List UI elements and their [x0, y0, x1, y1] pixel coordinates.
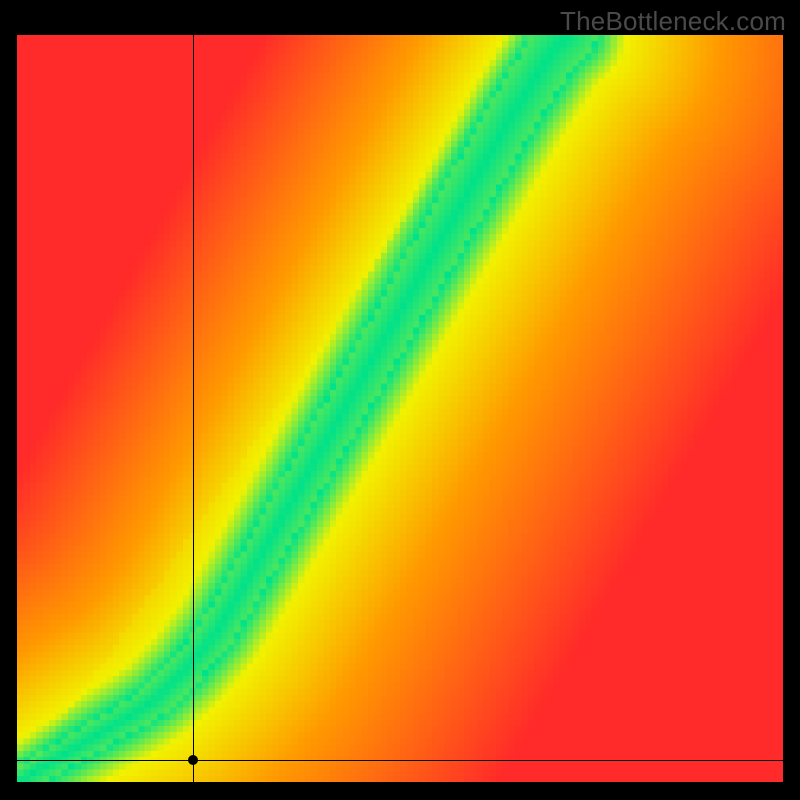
crosshair-marker-dot [188, 755, 198, 765]
crosshair-horizontal [17, 760, 783, 761]
crosshair-vertical [193, 35, 194, 782]
site-watermark: TheBottleneck.com [560, 6, 786, 37]
app-frame: TheBottleneck.com [0, 0, 800, 800]
bottleneck-heatmap [17, 35, 783, 782]
